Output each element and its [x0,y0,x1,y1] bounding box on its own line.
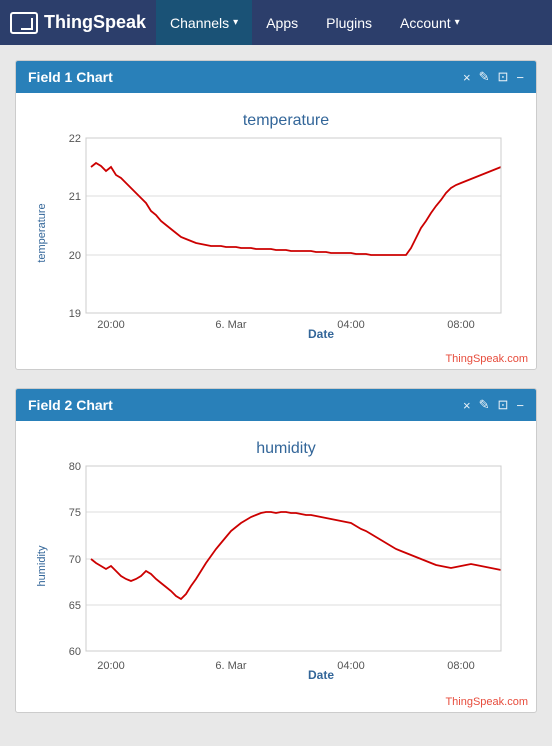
field2-chart-title: Field 2 Chart [28,397,113,413]
logo-text: ThingSpeak [44,12,146,33]
nav-item-apps[interactable]: Apps [252,0,312,45]
field1-chart-body: temperature temperature Date 22 21 [16,93,536,351]
field2-chart-svg: humidity humidity Date 80 75 70 [31,431,521,686]
nav-item-plugins[interactable]: Plugins [312,0,386,45]
field2-chart-header: Field 2 Chart × ✎ ⊡ − [16,389,536,421]
field1-edit-icon[interactable]: ✎ [479,69,490,85]
svg-text:08:00: 08:00 [447,660,475,672]
svg-text:Date: Date [308,327,334,341]
field1-minimize-icon[interactable]: − [516,70,524,85]
field1-chart-card: Field 1 Chart × ✎ ⊡ − temperature temper… [15,60,537,370]
svg-text:08:00: 08:00 [447,319,475,331]
svg-text:humidity: humidity [256,440,316,457]
svg-text:22: 22 [69,133,81,145]
svg-text:04:00: 04:00 [337,660,365,672]
field2-close-button[interactable]: × [463,398,471,413]
svg-text:60: 60 [69,646,81,658]
field2-attribution: ThingSpeak.com [16,694,536,712]
field1-attribution: ThingSpeak.com [16,351,536,369]
svg-text:20:00: 20:00 [97,660,125,672]
svg-text:6. Mar: 6. Mar [215,319,247,331]
svg-text:temperature: temperature [243,112,329,129]
svg-text:19: 19 [69,308,81,320]
nav-items: Channels ▾ Apps Plugins Account ▾ [156,0,474,45]
field2-edit-icon[interactable]: ✎ [479,397,490,413]
nav-item-account[interactable]: Account ▾ [386,0,474,45]
nav-item-channels[interactable]: Channels ▾ [156,0,252,45]
svg-text:20:00: 20:00 [97,319,125,331]
svg-text:humidity: humidity [36,545,48,586]
field1-close-button[interactable]: × [463,70,471,85]
main-content: Field 1 Chart × ✎ ⊡ − temperature temper… [0,45,552,746]
navbar: ThingSpeak Channels ▾ Apps Plugins Accou… [0,0,552,45]
svg-text:6. Mar: 6. Mar [215,660,247,672]
svg-text:65: 65 [69,600,81,612]
svg-text:70: 70 [69,554,81,566]
field1-controls: × ✎ ⊡ − [463,69,524,85]
field1-popout-icon[interactable]: ⊡ [498,69,509,85]
svg-text:04:00: 04:00 [337,319,365,331]
channels-caret-icon: ▾ [233,17,238,28]
svg-text:75: 75 [69,507,81,519]
logo: ThingSpeak [10,12,146,34]
field1-chart-header: Field 1 Chart × ✎ ⊡ − [16,61,536,93]
field2-minimize-icon[interactable]: − [516,398,524,413]
account-caret-icon: ▾ [455,17,460,28]
svg-text:20: 20 [69,250,81,262]
svg-text:80: 80 [69,461,81,473]
svg-text:temperature: temperature [36,203,48,262]
field1-chart-svg: temperature temperature Date 22 21 [31,103,521,343]
svg-text:Date: Date [308,668,334,682]
svg-text:21: 21 [69,191,81,203]
field1-chart-title: Field 1 Chart [28,69,113,85]
field2-controls: × ✎ ⊡ − [463,397,524,413]
field2-popout-icon[interactable]: ⊡ [498,397,509,413]
field2-chart-card: Field 2 Chart × ✎ ⊡ − humidity humidity … [15,388,537,713]
logo-icon [10,12,38,34]
field2-chart-body: humidity humidity Date 80 75 70 [16,421,536,694]
